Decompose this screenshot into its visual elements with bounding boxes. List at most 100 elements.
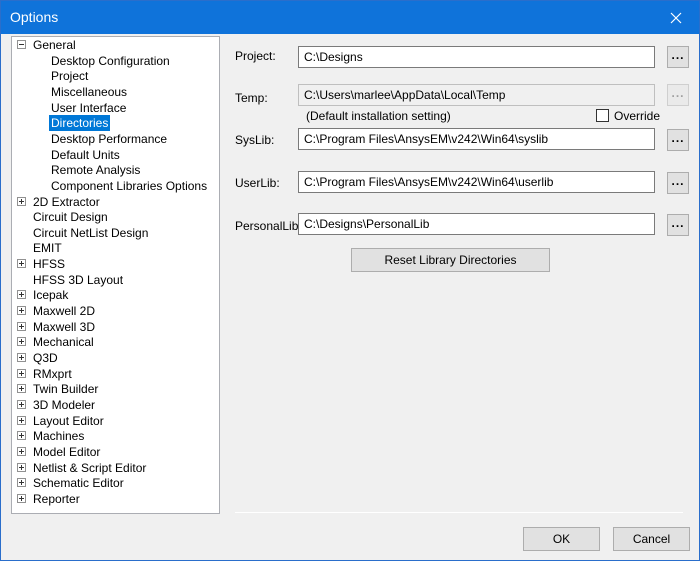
userlib-label: UserLib:: [235, 176, 280, 190]
tree-item[interactable]: User Interface: [17, 100, 219, 116]
tree-item[interactable]: Circuit NetList Design: [17, 225, 219, 241]
temp-browse-button[interactable]: ...: [667, 84, 689, 106]
plus-expander-icon[interactable]: [17, 493, 26, 503]
tree-item[interactable]: Desktop Performance: [17, 131, 219, 147]
temp-field[interactable]: C:\Users\marlee\AppData\Local\Temp: [298, 84, 655, 106]
tree-item[interactable]: Machines: [17, 428, 219, 444]
window-title: Options: [10, 9, 59, 25]
tree-item[interactable]: Maxwell 2D: [17, 303, 219, 319]
tree-item[interactable]: Miscellaneous: [17, 84, 219, 100]
syslib-field[interactable]: C:\Program Files\AnsysEM\v242\Win64\sysl…: [298, 128, 655, 150]
title-bar: Options: [1, 1, 699, 34]
tree-item[interactable]: RMxprt: [17, 366, 219, 382]
userlib-field[interactable]: C:\Program Files\AnsysEM\v242\Win64\user…: [298, 171, 655, 193]
syslib-browse-button[interactable]: ...: [667, 129, 689, 151]
plus-expander-icon[interactable]: [17, 446, 26, 456]
tree-item[interactable]: Layout Editor: [17, 413, 219, 429]
tree-item[interactable]: HFSS 3D Layout: [17, 272, 219, 288]
tree-item[interactable]: Icepak: [17, 287, 219, 303]
tree-item[interactable]: Project: [17, 68, 219, 84]
userlib-browse-button[interactable]: ...: [667, 172, 689, 194]
tree-item[interactable]: Netlist & Script Editor: [17, 460, 219, 476]
project-label: Project:: [235, 49, 276, 63]
tree-item-label: Desktop Configuration: [51, 53, 170, 68]
tree-item-label: 3D Modeler: [33, 397, 96, 412]
tree-item[interactable]: Desktop Configuration: [17, 53, 219, 69]
tree-item[interactable]: Reporter: [17, 491, 219, 507]
close-icon: [670, 12, 682, 23]
plus-expander-icon[interactable]: [17, 196, 26, 206]
tree-item-label: User Interface: [51, 100, 127, 115]
tree-item-label: Circuit Design: [33, 210, 108, 225]
tree-item-label: Schematic Editor: [33, 476, 124, 491]
options-tree[interactable]: General Desktop Configuration Project Misce…: [11, 36, 220, 514]
plus-expander-icon[interactable]: [17, 368, 26, 378]
tree-item[interactable]: General: [17, 37, 219, 53]
override-checkbox[interactable]: [596, 109, 609, 122]
tree-item-label: Directories: [49, 115, 111, 132]
minus-expander-icon[interactable]: [17, 40, 26, 49]
personallib-field[interactable]: C:\Designs\PersonalLib: [298, 213, 655, 235]
plus-expander-icon[interactable]: [17, 259, 26, 269]
options-dialog: Options General Desktop Configuration Proj…: [0, 0, 700, 561]
tree-item-label: Miscellaneous: [51, 84, 128, 99]
ok-button[interactable]: OK: [523, 527, 600, 551]
tree-item[interactable]: Default Units: [17, 147, 219, 163]
tree-item[interactable]: Component Libraries Options: [17, 178, 219, 194]
tree-item-label: Component Libraries Options: [51, 178, 208, 193]
personallib-browse-button[interactable]: ...: [667, 214, 689, 236]
plus-expander-icon[interactable]: [17, 337, 26, 347]
tree-item[interactable]: 3D Modeler: [17, 397, 219, 413]
project-browse-button[interactable]: ...: [667, 46, 689, 68]
tree-item-label: HFSS 3D Layout: [33, 272, 124, 287]
tree-item[interactable]: Maxwell 3D: [17, 319, 219, 335]
tree-item-label: Desktop Performance: [51, 131, 168, 146]
plus-expander-icon[interactable]: [17, 353, 26, 362]
tree-item-label: RMxprt: [33, 366, 72, 381]
temp-label: Temp:: [235, 91, 268, 105]
tree-item-label: Model Editor: [33, 444, 101, 459]
plus-expander-icon[interactable]: [17, 306, 26, 316]
plus-expander-icon[interactable]: [17, 431, 26, 441]
tree-item-label: Layout Editor: [33, 413, 104, 428]
tree-item-label: Circuit NetList Design: [33, 225, 149, 240]
tree-item-label: Icepak: [33, 288, 69, 303]
tree-item[interactable]: Q3D: [17, 350, 219, 366]
tree-item-label: Maxwell 2D: [33, 304, 96, 319]
reset-library-directories-button[interactable]: Reset Library Directories: [351, 248, 550, 272]
override-label: Override: [614, 109, 661, 123]
tree-item[interactable]: Twin Builder: [17, 381, 219, 397]
tree-item-label: EMIT: [33, 241, 62, 256]
tree-item[interactable]: EMIT: [17, 240, 219, 256]
tree-item[interactable]: Circuit Design: [17, 209, 219, 225]
plus-expander-icon[interactable]: [17, 415, 26, 425]
tree-item[interactable]: 2D Extractor: [17, 194, 219, 210]
close-button[interactable]: [653, 1, 699, 34]
tree-item-label: General: [33, 38, 76, 52]
plus-expander-icon[interactable]: [17, 321, 26, 331]
plus-expander-icon[interactable]: [17, 462, 26, 472]
plus-expander-icon[interactable]: [17, 290, 26, 300]
plus-expander-icon[interactable]: [17, 399, 26, 409]
tree-item-label: Machines: [33, 429, 85, 444]
tree-item[interactable]: Remote Analysis: [17, 162, 219, 178]
tree-item[interactable]: Directories: [17, 115, 219, 132]
tree-item-label: Project: [51, 69, 89, 84]
personallib-label: PersonalLib:: [235, 219, 302, 233]
tree-item[interactable]: Mechanical: [17, 334, 219, 350]
temp-default-note: (Default installation setting): [306, 109, 451, 123]
tree-item-label: Mechanical: [33, 335, 94, 350]
plus-expander-icon[interactable]: [17, 478, 26, 488]
tree-item-label: HFSS: [33, 257, 66, 272]
tree-item[interactable]: HFSS: [17, 256, 219, 272]
tree-item-label: Twin Builder: [33, 382, 99, 397]
tree-item-label: Remote Analysis: [51, 163, 141, 178]
tree-item-label: Maxwell 3D: [33, 319, 96, 334]
tree-item[interactable]: Schematic Editor: [17, 475, 219, 491]
tree-item-label: 2D Extractor: [33, 194, 100, 209]
tree-item[interactable]: Model Editor: [17, 444, 219, 460]
syslib-label: SysLib:: [235, 133, 275, 147]
project-field[interactable]: C:\Designs: [298, 46, 655, 68]
cancel-button[interactable]: Cancel: [613, 527, 690, 551]
plus-expander-icon[interactable]: [17, 384, 26, 394]
